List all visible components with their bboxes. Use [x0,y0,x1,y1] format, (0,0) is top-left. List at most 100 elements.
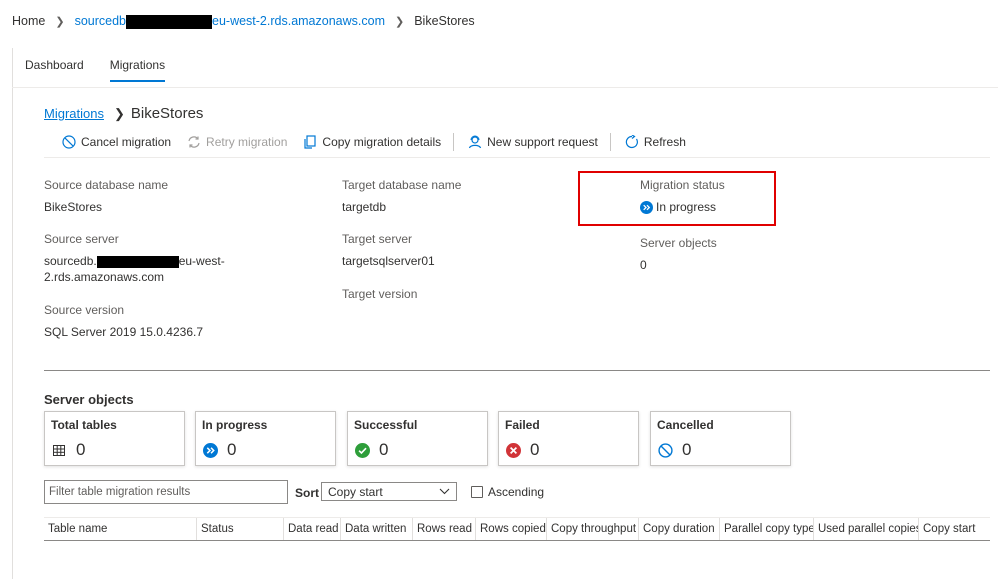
toolbar-divider-line [44,157,990,158]
source-database-field: Source database name BikeStores [44,178,168,215]
card-total-tables[interactable]: Total tables 0 [44,411,185,466]
source-server-label: Source server [44,232,119,246]
breadcrumb: Home ❯ sourcedb eu-west-2.rds.amazonaws.c… [12,14,475,29]
card-count: 0 [379,440,389,459]
tab-bar: Dashboard Migrations [25,58,191,82]
card-title: Total tables [51,418,117,432]
card-title: Failed [505,418,540,432]
command-bar: Cancel migration Retry migration Copy mi… [62,132,702,152]
migration-status-field: Migration status In progress [640,178,725,215]
breadcrumb-server-prefix: sourcedb [74,14,126,28]
source-server-line2: 2.rds.amazonaws.com [44,270,165,284]
migration-status-text: In progress [656,200,717,214]
column-header[interactable]: Parallel copy type [720,518,814,540]
table-header: Table name Status Data read Data written… [44,517,990,541]
card-failed[interactable]: Failed 0 [498,411,639,466]
column-header[interactable]: Table name [44,518,197,540]
breadcrumb-current: BikeStores [414,14,475,29]
toolbar-divider [609,133,611,151]
column-header[interactable]: Copy start [919,518,990,540]
card-value-row: 0 [202,440,329,460]
copy-icon [304,135,317,149]
card-value-row: 0 [505,440,632,460]
column-header[interactable]: Copy throughput [547,518,639,540]
migration-status-value: In progress [640,199,725,215]
source-database-value: BikeStores [44,200,103,214]
card-count: 0 [682,440,692,459]
breadcrumb-server[interactable]: sourcedb eu-west-2.rds.amazonaws.com [75,14,385,29]
card-in-progress[interactable]: In progress 0 [195,411,336,466]
cancel-icon [62,135,76,149]
source-database-label: Source database name [44,178,169,192]
person-support-icon [469,135,482,149]
ascending-checkbox[interactable] [471,486,483,498]
source-server-value: sourcedb. eu-west- 2.rds.amazonaws.com [44,253,225,285]
copy-migration-details-label: Copy migration details [322,135,442,149]
cancel-migration-label: Cancel migration [81,135,172,149]
error-circle-icon [505,442,521,458]
in-progress-icon [640,200,653,214]
source-version-value: SQL Server 2019 15.0.4236.7 [44,325,203,339]
new-support-request-label: New support request [487,135,598,149]
target-database-label: Target database name [342,178,462,192]
retry-icon [188,136,200,148]
server-objects-title: Server objects [44,392,134,407]
column-header[interactable]: Copy duration [639,518,720,540]
card-title: Cancelled [657,418,714,432]
ascending-label: Ascending [488,485,545,499]
copy-migration-details-button[interactable]: Copy migration details [303,135,441,149]
card-successful[interactable]: Successful 0 [347,411,488,466]
page-title: BikeStores [130,105,204,122]
breadcrumb-home[interactable]: Home [12,14,45,28]
check-circle-icon [354,442,370,458]
server-objects-label: Server objects [640,236,717,250]
refresh-button[interactable]: Refresh [625,135,686,149]
source-server-field: Source server sourcedb. eu-west- 2.rds.am… [44,232,225,285]
column-header[interactable]: Data read [284,518,341,540]
refresh-icon [625,135,638,149]
column-header[interactable]: Rows copied [476,518,547,540]
table-grid-icon [51,442,67,458]
breadcrumb-server-suffix: eu-west-2.rds.amazonaws.com [212,14,385,28]
source-version-label: Source version [44,303,125,317]
column-header[interactable]: Used parallel copies [814,518,919,540]
column-header[interactable]: Status [197,518,284,540]
ascending-toggle[interactable]: Ascending [471,485,544,499]
page-heading: Migrations ❯ BikeStores [44,105,203,122]
refresh-label: Refresh [643,135,686,149]
retry-migration-button[interactable]: Retry migration [187,135,287,149]
source-server-suffix: eu-west- [178,254,225,268]
target-server-field: Target server targetsqlserver01 [342,232,435,269]
cancel-migration-button[interactable]: Cancel migration [62,135,171,149]
tabs-divider [12,87,998,88]
new-support-request-button[interactable]: New support request [468,135,598,149]
in-progress-icon [202,442,218,458]
tab-migrations[interactable]: Migrations [109,58,166,82]
target-version-label: Target version [342,287,418,301]
column-header[interactable]: Data written [341,518,413,540]
sort-selected-value: Copy start [328,484,383,499]
redacted-block [126,14,212,29]
target-database-value: targetdb [342,200,387,214]
column-header[interactable]: Rows read [413,518,476,540]
retry-migration-label: Retry migration [206,135,288,149]
chevron-right-icon: ❯ [55,15,65,28]
toolbar-divider [453,133,455,151]
section-divider [44,370,990,371]
card-title: In progress [202,418,268,432]
sort-dropdown[interactable]: Copy start [321,482,457,501]
chevron-right-icon: ❯ [113,105,125,121]
migrations-link[interactable]: Migrations [44,106,104,121]
cancel-circle-icon [657,442,673,458]
target-server-label: Target server [342,232,413,246]
filter-input[interactable] [44,480,288,504]
card-value-row: 0 [657,440,784,460]
card-value-row: 0 [354,440,481,460]
redacted-block [96,255,179,268]
chevron-right-icon: ❯ [394,15,405,28]
card-title: Successful [354,418,418,432]
source-version-field: Source version SQL Server 2019 15.0.4236… [44,303,203,340]
card-count: 0 [530,440,540,459]
card-cancelled[interactable]: Cancelled 0 [650,411,791,466]
tab-dashboard[interactable]: Dashboard [25,58,84,82]
